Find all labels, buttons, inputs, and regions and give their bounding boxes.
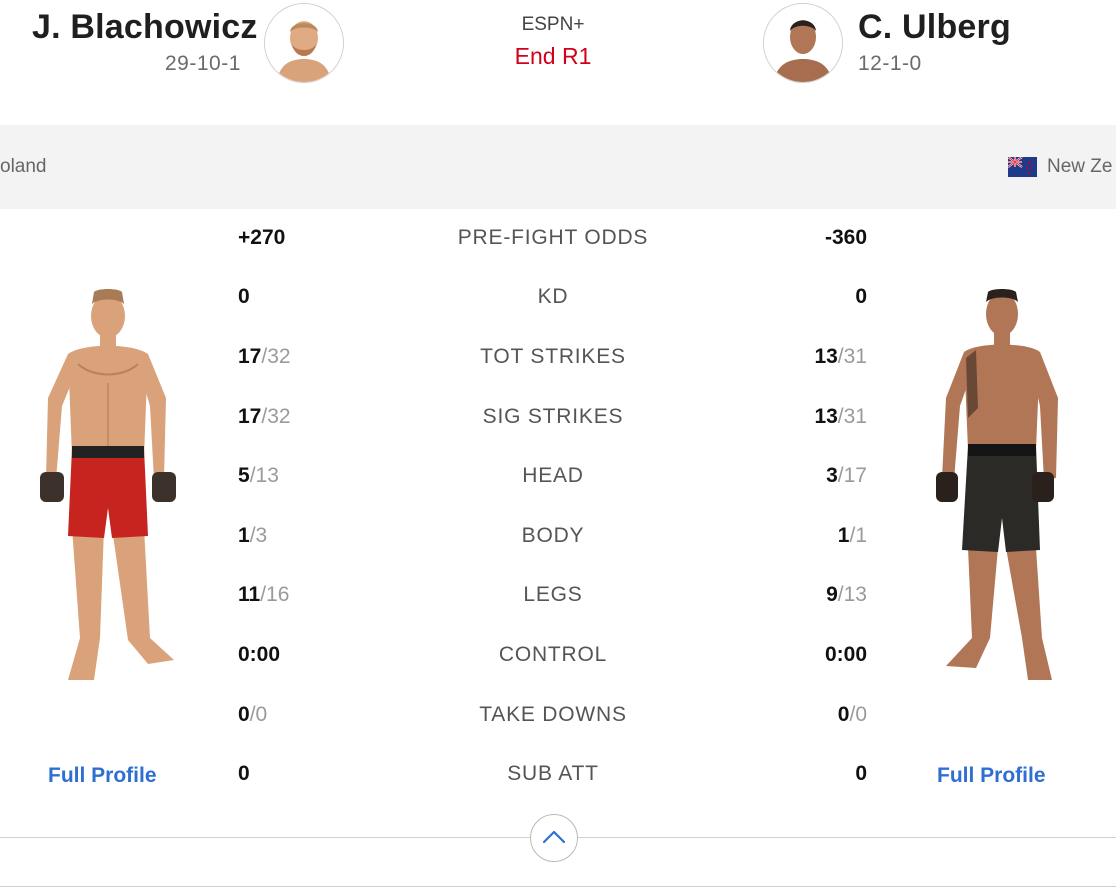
- country-bar: [0, 125, 1116, 209]
- stat-row: 1/3 BODY 1/1: [0, 524, 1116, 556]
- stat-left-value: 1/3: [238, 524, 268, 547]
- stat-right-value: 0:00: [824, 643, 867, 666]
- stat-right-value: 0: [855, 285, 867, 308]
- stat-label: SIG STRIKES: [482, 405, 624, 428]
- stat-right-value: 3/17: [826, 464, 867, 487]
- fight-status: End R1: [514, 43, 592, 69]
- stat-row: 0 KD 0: [0, 285, 1116, 317]
- stat-row: 11/16 LEGS 9/13: [0, 583, 1116, 615]
- stat-left-value: 0: [238, 285, 250, 308]
- stat-row: 0:00 CONTROL 0:00: [0, 643, 1116, 675]
- fighter-left-avatar[interactable]: [264, 3, 344, 83]
- stat-label: TOT STRIKES: [480, 345, 626, 368]
- stat-row: 5/13 HEAD 3/17: [0, 464, 1116, 496]
- divider: [0, 886, 1116, 887]
- fighter-right-name[interactable]: C. Ulberg: [858, 8, 1011, 47]
- fighter-right-avatar[interactable]: [763, 3, 843, 83]
- fighter-left-full-profile-link[interactable]: Full Profile: [48, 764, 157, 788]
- stat-right-value: 0: [855, 762, 867, 785]
- stat-label: PRE-FIGHT ODDS: [457, 226, 649, 249]
- stat-left-value: 5/13: [238, 464, 279, 487]
- fighter-right-record: 12-1-0: [858, 52, 922, 75]
- stat-label: TAKE DOWNS: [479, 703, 627, 726]
- collapse-button[interactable]: [530, 814, 578, 862]
- new-zealand-flag-icon: [1007, 156, 1037, 177]
- fighter-right-country: New Ze: [1047, 156, 1113, 177]
- stat-left-value: 17/32: [238, 405, 291, 428]
- chevron-up-icon: [542, 830, 566, 844]
- stat-label: CONTROL: [498, 643, 608, 666]
- stat-label: SUB ATT: [507, 762, 599, 785]
- stat-left-value: 0/0: [238, 703, 268, 726]
- stat-right-value: 9/13: [826, 583, 867, 606]
- fighter-left-country: oland: [0, 156, 47, 177]
- stat-left-value: 17/32: [238, 345, 291, 368]
- stat-row: +270 PRE-FIGHT ODDS -360: [0, 226, 1116, 258]
- stat-label: BODY: [521, 524, 585, 547]
- stat-left-value: 0:00: [238, 643, 281, 666]
- stat-row: 0/0 TAKE DOWNS 0/0: [0, 703, 1116, 735]
- fighter-right-full-profile-link[interactable]: Full Profile: [937, 764, 1046, 788]
- stat-left-value: 0: [238, 762, 250, 785]
- broadcast-network: ESPN+: [521, 14, 585, 35]
- stat-right-value: 13/31: [814, 405, 867, 428]
- stat-right-value: 0/0: [837, 703, 867, 726]
- fighter-left-record: 29-10-1: [165, 52, 241, 75]
- stat-label: HEAD: [522, 464, 584, 487]
- fighter-left-name[interactable]: J. Blachowicz: [32, 8, 258, 47]
- stat-right-value: 1/1: [837, 524, 867, 547]
- stat-left-value: +270: [238, 226, 286, 249]
- stat-row: 17/32 TOT STRIKES 13/31: [0, 345, 1116, 377]
- stat-right-value: -360: [824, 226, 867, 249]
- stat-row: 17/32 SIG STRIKES 13/31: [0, 405, 1116, 437]
- stat-label: LEGS: [523, 583, 583, 606]
- stat-right-value: 13/31: [814, 345, 867, 368]
- stat-left-value: 11/16: [238, 583, 290, 606]
- stat-label: KD: [537, 285, 569, 308]
